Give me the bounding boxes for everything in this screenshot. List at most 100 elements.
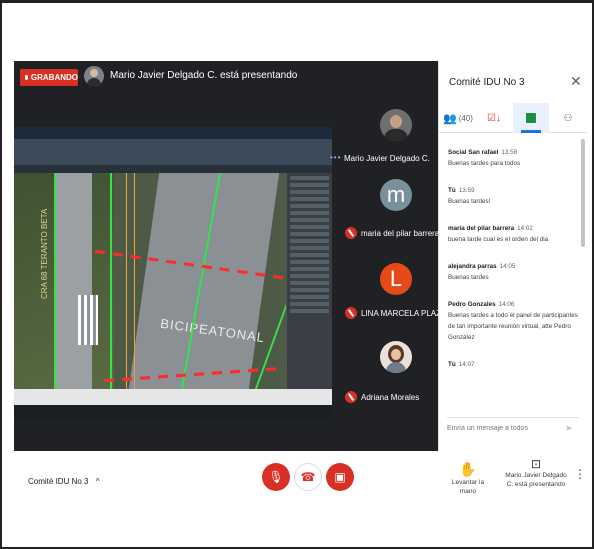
presenting-text: Mario Javier Delgado C. está presentando	[110, 70, 298, 81]
cad-panel-row	[290, 232, 329, 236]
video-stage: GRABANDO Mario Javier Delgado C. está pr…	[14, 61, 481, 451]
cad-command-line	[14, 389, 332, 405]
participant-photo	[380, 341, 412, 373]
tab-participants[interactable]: 👥 (40)	[441, 103, 475, 133]
cad-panel-row	[290, 274, 329, 278]
meeting-details-button[interactable]: Comité IDU No 3 ^	[28, 477, 99, 486]
close-icon[interactable]: ✕	[570, 73, 582, 90]
message-text: buena tarde cual es el orden del dia	[448, 236, 549, 243]
tab-activity[interactable]: ☑↓	[477, 103, 511, 133]
camera-off-icon: ▣	[334, 470, 346, 484]
presenter-avatar-head	[90, 69, 98, 77]
chat-message: Social San rafael 13:58 Buenas tardes par…	[448, 147, 578, 169]
message-sender: maria del pilar barrera	[448, 225, 515, 232]
map-green-line	[110, 173, 112, 389]
message-text: Buenas tardes a todo el panel de partici…	[448, 312, 578, 341]
message-time: 14:02	[517, 225, 533, 232]
cad-panel-row	[290, 239, 329, 243]
side-panel-tabs: 👥 (40) ☑↓ ⚇	[439, 103, 587, 133]
map-road-main	[128, 173, 280, 389]
side-panel: Comité IDU No 3 ✕ 👥 (40) ☑↓ ⚇ Social San…	[438, 61, 587, 451]
cad-panel-row	[290, 295, 329, 299]
more-options-icon[interactable]: ⋮	[574, 467, 586, 481]
participant-name: Mario Javier Delgado C.	[344, 154, 430, 163]
message-text: Buenas tardes para todos	[448, 160, 521, 167]
shared-screen: CRA 68 TERANTO BETA BICIPEATONAL	[14, 127, 332, 420]
mic-toggle-button[interactable]: 🎙	[262, 463, 290, 491]
cad-panel-row	[290, 246, 329, 250]
shapes-icon: ⚇	[563, 112, 573, 124]
map-street-label: CRA 68 TERANTO BETA	[40, 208, 49, 299]
cad-panel-row	[290, 176, 329, 180]
message-text: Buenas tardes!	[448, 198, 491, 205]
participant-name: maria del pilar barrera	[361, 229, 440, 238]
meet-app: GRABANDO Mario Javier Delgado C. está pr…	[14, 61, 587, 515]
cad-panel-row	[290, 288, 329, 292]
map-orange-line	[134, 173, 135, 389]
people-icon: 👥	[443, 112, 457, 125]
map-green-line	[54, 173, 56, 389]
participant-photo	[380, 109, 412, 141]
message-time: 13:59	[458, 187, 475, 194]
chat-message: Tú 14:07	[448, 359, 578, 370]
chat-messages: Social San rafael 13:58 Buenas tardes par…	[448, 147, 578, 386]
cad-panel-row	[290, 281, 329, 285]
message-time: 14:05	[499, 263, 516, 270]
chat-compose: ➤	[447, 417, 579, 439]
tab-chat[interactable]	[513, 103, 549, 133]
chat-scrollbar[interactable]	[581, 139, 585, 247]
participant-tiles: ••• Mario Javier Delgado C. m maria del …	[330, 101, 481, 451]
send-icon[interactable]: ➤	[565, 423, 573, 434]
chat-message: Tú 13:59 Buenas tardes!	[448, 185, 578, 207]
activity-icon: ☑↓	[487, 112, 501, 124]
message-sender: Social San rafael	[448, 149, 499, 156]
cad-panel-row	[290, 302, 329, 306]
raise-hand-button[interactable]: ✋ Levantar la mano	[446, 461, 490, 496]
chat-input[interactable]	[447, 425, 557, 432]
side-panel-title: Comité IDU No 3	[449, 77, 525, 88]
message-sender: Tú	[448, 187, 456, 194]
chevron-up-icon: ^	[95, 477, 100, 486]
map-crosswalk	[78, 295, 98, 345]
present-button[interactable]: ⊡ Mario Javier Delgado C. está presentan…	[502, 457, 570, 489]
recording-dot-icon	[25, 75, 28, 80]
map-road-left	[56, 173, 92, 389]
tab-activities[interactable]: ⚇	[551, 103, 585, 133]
cad-panel-row	[290, 309, 329, 313]
message-time: 14:06	[498, 301, 515, 308]
camera-toggle-button[interactable]: ▣	[326, 463, 354, 491]
message-time: 14:07	[458, 361, 475, 368]
present-label: Mario Javier Delgado C. está presentando	[505, 472, 567, 488]
message-sender: alejandra parras	[448, 263, 497, 270]
mic-off-icon	[345, 227, 357, 239]
cad-panel-row	[290, 260, 329, 264]
meeting-name: Comité IDU No 3	[28, 477, 89, 486]
cad-panel-row	[290, 204, 329, 208]
cad-panel-row	[290, 211, 329, 215]
hang-up-icon: ☎	[300, 470, 316, 484]
chat-icon	[526, 113, 536, 123]
screenshot-frame: GRABANDO Mario Javier Delgado C. está pr…	[0, 0, 594, 549]
map-orange-line	[126, 173, 127, 389]
cad-panel-row	[290, 225, 329, 229]
participant-avatar-letter: m	[380, 179, 412, 211]
bottom-bar: Comité IDU No 3 ^ 🎙 ☎ ▣ ✋ Levantar la ma…	[14, 451, 586, 515]
windows-taskbar	[14, 405, 332, 420]
raise-hand-label: Levantar la mano	[451, 479, 485, 495]
cad-tabs	[14, 165, 332, 173]
cad-panel-row	[290, 197, 329, 201]
cad-menubar	[14, 127, 332, 139]
message-sender: Tú	[448, 361, 456, 368]
message-sender: Pedro Gonzales	[448, 301, 496, 308]
message-text: Buenas tardes	[448, 274, 489, 281]
cad-ribbon	[14, 139, 332, 165]
leave-call-button[interactable]: ☎	[294, 463, 322, 491]
mic-off-icon: 🎙	[268, 470, 284, 484]
presenter-avatar-body	[87, 78, 101, 86]
mic-off-icon	[345, 307, 357, 319]
speaking-dots-icon: •••	[330, 153, 342, 162]
cad-panel-row	[290, 218, 329, 222]
hand-icon: ✋	[459, 461, 477, 477]
cad-canvas: CRA 68 TERANTO BETA BICIPEATONAL	[14, 173, 286, 389]
cad-properties-panel	[286, 173, 332, 389]
